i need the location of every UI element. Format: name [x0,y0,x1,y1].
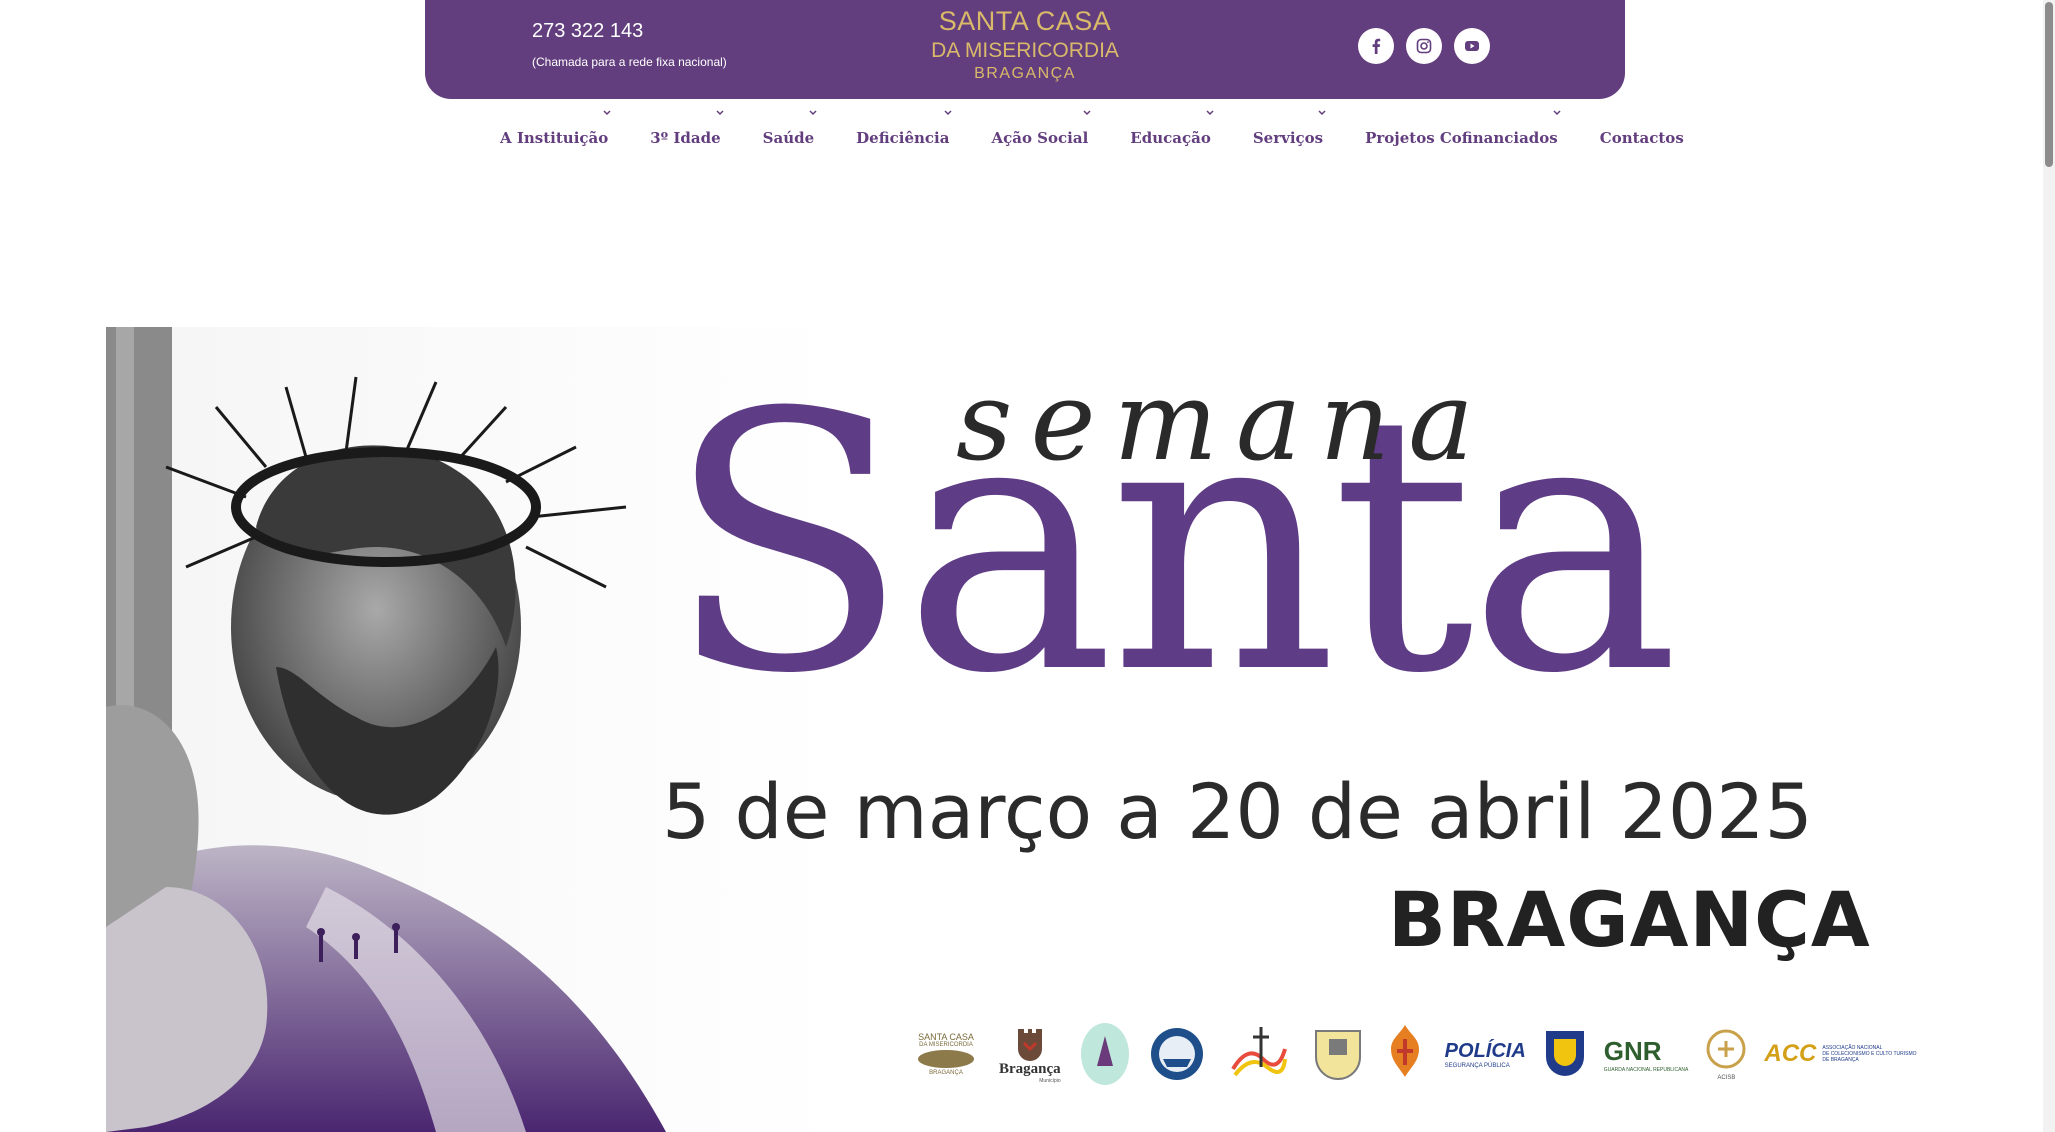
nav-label: Contactos [1599,129,1684,147]
seal-icon [1080,1023,1129,1085]
partner-scouts-logo [1383,1021,1427,1087]
scrollbar-thumb[interactable] [2045,2,2053,167]
nav-item-projetos-cofinanciados[interactable]: Projetos Cofinanciados [1365,110,1561,163]
partner-peregrinos-logo [1223,1019,1293,1089]
nav-label: Serviços [1252,129,1324,147]
nav-label: Ação Social [991,129,1089,147]
partner-text: BRAGANÇA [929,1070,963,1076]
partner-text: ACISB [1717,1075,1736,1081]
partner-text: ACC [1764,1040,1817,1067]
nav-item-3-idade[interactable]: 3º Idade [650,110,724,163]
hero-banner[interactable]: Santa semana 5 de março a 20 de abril 20… [106,327,1946,1132]
partner-acisb-logo: ACISB [1706,1027,1746,1081]
chevron-down-icon [809,110,817,116]
partner-text: SANTA CASA [918,1032,974,1042]
acisb-icon [1706,1029,1746,1069]
nav-item-educacao[interactable]: Educação [1130,110,1214,163]
nav-label: A Instituição [500,129,609,147]
partner-text: GNR [1603,1035,1662,1066]
nav-label: Deficiência [856,129,950,147]
facebook-icon[interactable] [1358,28,1394,64]
logo-line-1: SANTA CASA [938,6,1112,36]
partner-santa-casa-logo: SANTA CASA DA MISERICORDIA BRAGANÇA [911,1032,981,1076]
chevron-down-icon [1553,110,1561,116]
nav-label: Saúde [762,129,815,147]
seal-icon [1150,1028,1203,1080]
nav-label: Projetos Cofinanciados [1365,129,1558,147]
logo-line-3: BRAGANÇA [974,65,1076,82]
chevron-down-icon [1318,110,1326,116]
partner-text: POLÍCIA [1444,1039,1526,1062]
chevron-down-icon [1206,110,1214,116]
partner-text: Bragança [999,1060,1061,1077]
youtube-icon[interactable] [1454,28,1490,64]
partner-logos: SANTA CASA DA MISERICORDIA BRAGANÇA Brag… [911,1019,1935,1089]
main-navigation: A Instituição 3º Idade Saúde Deficiência… [500,110,1726,163]
partner-gnr-logo: GNR GUARDA NACIONAL REPUBLICANA [1604,1036,1689,1073]
chevron-down-icon [1083,110,1091,116]
partner-subtext: ASSOCIAÇÃO NACIONAL DE COLECIONISMO E CU… [1822,1045,1916,1063]
logo-line-2: DA MISERICORDIA [931,39,1119,62]
partner-ascc-logo: ACC ASSOCIAÇÃO NACIONAL DE COLECIONISMO … [1764,1040,1916,1068]
nav-item-servicos[interactable]: Serviços [1252,110,1326,163]
page-scrollbar[interactable] [2043,0,2055,1132]
partner-braganca-logo: Bragança Município [999,1025,1061,1084]
partner-text: SEGURANÇA PÚBLICA [1444,1062,1510,1069]
castle-icon [1017,1028,1042,1061]
partner-text: GUARDA NACIONAL REPUBLICANA [1603,1066,1689,1073]
shield-icon [1545,1031,1584,1076]
crest-icon [918,1050,974,1068]
partner-text: DE BRAGANÇA [1822,1057,1859,1063]
phone-note: (Chamada para a rede fixa nacional) [532,55,727,69]
scout-icon [1390,1025,1419,1077]
chevron-down-icon [716,110,724,116]
peregrinos-icon [1230,1027,1287,1077]
site-logo[interactable]: SANTA CASA DA MISERICORDIA BRAGANÇA [925,8,1125,82]
partner-seal-logo-2 [1149,1021,1205,1087]
instagram-icon[interactable] [1406,28,1442,64]
nav-item-contactos[interactable]: Contactos [1600,113,1684,163]
nav-item-acao-social[interactable]: Ação Social [991,110,1091,163]
nav-item-instituicao[interactable]: A Instituição [500,110,611,163]
nav-item-deficiencia[interactable]: Deficiência [856,110,952,163]
nav-item-saude[interactable]: Saúde [762,110,817,163]
crest-icon [1314,1030,1361,1080]
partner-shield-logo [1544,1029,1586,1079]
nav-label: 3º Idade [650,129,721,147]
phone-number[interactable]: 273 322 143 [532,20,643,43]
partner-freguesia-crest [1311,1021,1365,1087]
banner-script-title: semana [956,357,1492,485]
partner-policia-logo: POLÍCIA SEGURANÇA PÚBLICA [1445,1040,1526,1069]
chevron-down-icon [944,110,952,116]
partner-seal-logo-1 [1079,1021,1131,1087]
nav-label: Educação [1130,129,1211,147]
partner-text: Município [1039,1077,1061,1084]
site-header: 273 322 143 (Chamada para a rede fixa na… [425,0,1625,99]
chevron-down-icon [603,110,611,116]
banner-dates: 5 de março a 20 de abril 2025 [662,767,1813,856]
banner-city: BRAGANÇA [1388,875,1871,964]
